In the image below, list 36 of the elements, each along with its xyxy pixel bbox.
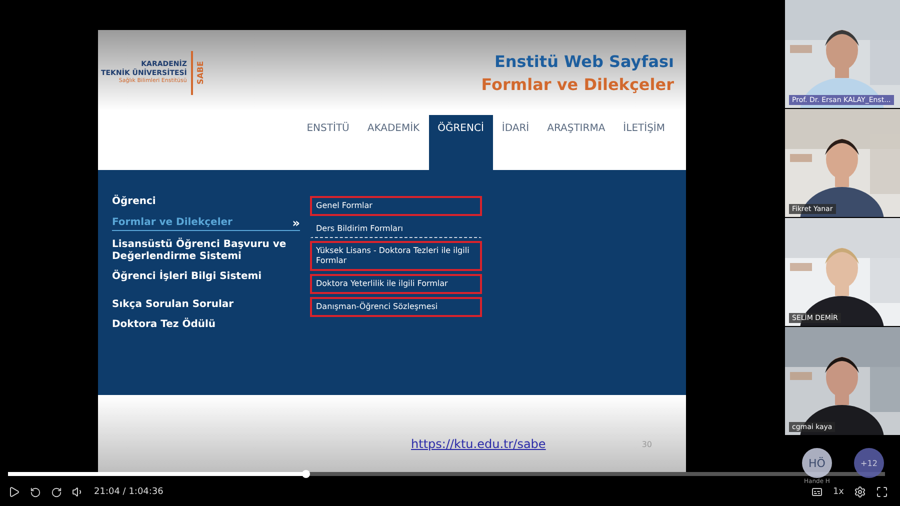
forward-button[interactable] [51, 486, 62, 498]
participant-avatar[interactable]: +12 [854, 448, 884, 478]
time-display: 21:04 / 1:04:36 [94, 487, 164, 497]
nav-tab[interactable]: ENSTİTÜ [298, 115, 358, 170]
logo-acronym: SABE [196, 60, 205, 84]
captions-button[interactable] [810, 486, 823, 498]
nav-tab[interactable]: İDARİ [492, 115, 538, 170]
progress-track[interactable] [8, 472, 885, 476]
settings-button[interactable] [854, 486, 866, 498]
submenu-link[interactable]: Genel Formlar [310, 196, 482, 216]
speed-button[interactable]: 1x [832, 487, 844, 497]
submenu-link[interactable]: Ders Bildirim Formları [310, 219, 482, 238]
submenu-link[interactable]: Yüksek Lisans - Doktora Tezleri ile ilgili Formlar [310, 241, 482, 271]
submenu-link[interactable]: Doktora Yeterlilik ile ilgili Formlar [310, 274, 482, 294]
page-number: 30 [642, 440, 652, 448]
participant-avatar[interactable]: HÖ [802, 448, 832, 478]
url-link[interactable]: https://ktu.edu.tr/sabe [411, 437, 546, 451]
side-menu-item[interactable]: Öğrenci İşleri Bilgi Sistemi [112, 271, 262, 283]
side-menu-item[interactable]: Formlar ve Dilekçeler [112, 217, 232, 229]
side-menu-item[interactable]: Sıkça Sorulan Sorular [112, 299, 234, 311]
rewind-button[interactable] [30, 486, 41, 498]
volume-button[interactable] [72, 486, 84, 498]
side-menu-item[interactable]: Doktora Tez Ödülü [112, 319, 216, 331]
side-menu-item[interactable]: Öğrenci [112, 196, 156, 208]
play-button[interactable] [8, 486, 20, 498]
slide-title: Enstitü Web Sayfası [494, 52, 674, 70]
progress-thumb[interactable] [302, 470, 310, 478]
nav-tab[interactable]: ÖĞRENCİ [428, 115, 493, 170]
nav-tab[interactable]: ARAŞTIRMA [538, 115, 614, 170]
submenu-link[interactable]: Danışman-Öğrenci Sözleşmesi [310, 297, 482, 317]
side-menu-item[interactable]: Lisansüstü Öğrenci Başvuru ve Değerlendirme Sistemi [112, 239, 300, 263]
slide-subtitle: Formlar ve Dilekçeler [481, 74, 674, 94]
nav-tab[interactable]: AKADEMİK [358, 115, 429, 170]
nav-tab[interactable]: İLETİŞİM [614, 115, 674, 170]
fullscreen-button[interactable] [876, 486, 888, 498]
arrow-glyph: » [292, 216, 300, 230]
